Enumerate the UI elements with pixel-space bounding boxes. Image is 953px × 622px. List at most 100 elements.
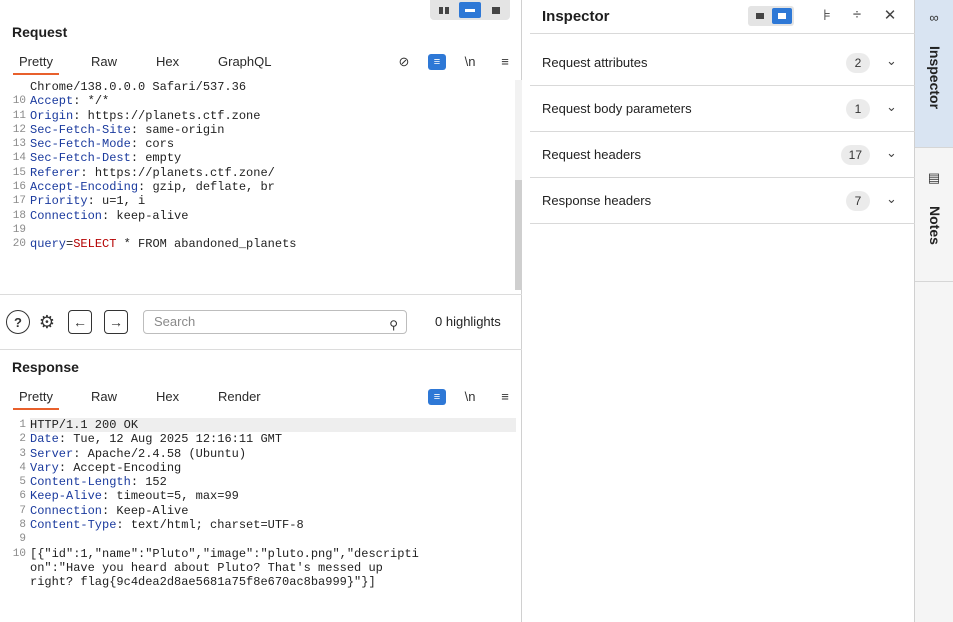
newline-toggle-icon[interactable]: \n bbox=[461, 389, 479, 405]
layout-tabs-button[interactable] bbox=[485, 2, 507, 18]
inspector-section[interactable]: Response headers 7 ⌄ bbox=[530, 178, 915, 224]
header-value: right? flag{9c4dea2d8ae5681a75f8e670ac8b… bbox=[30, 575, 376, 590]
code-line: 14 Sec-Fetch-Dest: empty bbox=[0, 151, 516, 165]
line-number: 4 bbox=[19, 461, 26, 474]
header-value: cors bbox=[145, 137, 175, 152]
separator: : bbox=[130, 137, 146, 152]
code-line: Chrome/138.0.0.0 Safari/537.36 bbox=[0, 80, 516, 94]
header-name: Referer bbox=[30, 165, 81, 180]
newline-toggle-icon[interactable]: \n bbox=[461, 54, 479, 70]
layout-stacked-button[interactable] bbox=[459, 2, 481, 18]
previous-arrow-icon[interactable]: ← bbox=[68, 310, 92, 334]
code-line: on":"Have you heard about Pluto? That's … bbox=[0, 561, 516, 575]
code-line: 8 Content-Type: text/html; charset=UTF-8 bbox=[0, 518, 516, 532]
line-content: Chrome/138.0.0.0 Safari/537.36 bbox=[30, 80, 516, 94]
line-number: 2 bbox=[19, 433, 26, 446]
menu-icon[interactable]: ≡ bbox=[496, 54, 514, 70]
close-icon[interactable]: ✕ bbox=[881, 6, 899, 24]
rail-tab-notes[interactable]: ▤ Notes bbox=[915, 148, 953, 282]
query-rest: * FROM abandoned_planets bbox=[116, 237, 297, 252]
request-tab-hex[interactable]: Hex bbox=[156, 50, 179, 74]
inspector-section-count: 1 bbox=[846, 99, 870, 119]
separator: : bbox=[58, 432, 74, 447]
code-line: 5 Content-Length: 152 bbox=[0, 475, 516, 489]
code-line: right? flag{9c4dea2d8ae5681a75f8e670ac8b… bbox=[0, 575, 516, 589]
chevron-down-icon[interactable]: ⌄ bbox=[886, 191, 897, 207]
line-content bbox=[30, 223, 516, 237]
code-line: 19 bbox=[0, 223, 516, 237]
header-name: Date bbox=[30, 432, 59, 447]
inspector-section[interactable]: Request attributes 2 ⌄ bbox=[530, 40, 915, 86]
code-line: 7 Connection: Keep-Alive bbox=[0, 504, 516, 518]
header-name: Sec-Fetch-Dest bbox=[30, 151, 131, 166]
separator: : bbox=[73, 108, 88, 123]
line-content: Accept-Encoding: gzip, deflate, br bbox=[30, 180, 516, 194]
code-line: 2 Date: Tue, 12 Aug 2025 12:16:11 GMT bbox=[0, 432, 516, 446]
separator: : bbox=[73, 446, 88, 461]
line-content: [{"id":1,"name":"Pluto","image":"pluto.p… bbox=[30, 547, 516, 561]
line-number: 12 bbox=[12, 123, 26, 136]
line-number: 15 bbox=[12, 166, 26, 179]
separator: : bbox=[58, 460, 74, 475]
line-content: Connection: keep-alive bbox=[30, 209, 516, 223]
inspector-layout-right-button[interactable] bbox=[772, 8, 792, 24]
help-icon[interactable]: ? bbox=[6, 310, 30, 334]
inspector-layout-left-button[interactable] bbox=[750, 8, 770, 24]
code-line: 4 Vary: Accept-Encoding bbox=[0, 461, 516, 475]
inspector-section-count: 17 bbox=[840, 145, 870, 165]
response-tab-hex[interactable]: Hex bbox=[156, 385, 179, 409]
line-number: 14 bbox=[12, 152, 26, 165]
response-tab-render[interactable]: Render bbox=[218, 385, 261, 409]
wrap-lines-icon[interactable]: ≡ bbox=[428, 54, 446, 70]
message-editor: Request Pretty Raw Hex GraphQL ⊘ ≡ \n ≡ … bbox=[0, 0, 522, 622]
line-content: Origin: https://planets.ctf.zone bbox=[30, 109, 516, 123]
response-tab-pretty[interactable]: Pretty bbox=[13, 385, 59, 410]
header-name: Connection bbox=[30, 503, 103, 518]
inspector-section[interactable]: Request headers 17 ⌄ bbox=[530, 132, 915, 178]
request-tab-graphql[interactable]: GraphQL bbox=[218, 50, 271, 74]
code-line: 11 Origin: https://planets.ctf.zone bbox=[0, 109, 516, 123]
line-content: Keep-Alive: timeout=5, max=99 bbox=[30, 489, 516, 503]
response-title: Response bbox=[12, 359, 79, 375]
layout-side-by-side-button[interactable] bbox=[433, 2, 455, 18]
header-value: u=1, i bbox=[102, 194, 146, 209]
search-bar: ? ⚙ ← → Search ⚲ 0 highlights bbox=[0, 294, 522, 350]
menu-icon[interactable]: ≡ bbox=[496, 389, 514, 405]
response-tabs: Pretty Raw Hex Render ≡ \n ≡ bbox=[0, 385, 522, 410]
response-tab-raw[interactable]: Raw bbox=[91, 385, 117, 409]
line-content: Accept: */* bbox=[30, 94, 516, 108]
header-value: text/html; charset=UTF-8 bbox=[130, 518, 304, 533]
response-editor[interactable]: 1 HTTP/1.1 200 OK 2 Date: Tue, 12 Aug 2025 … bbox=[0, 418, 516, 622]
search-placeholder: Search bbox=[154, 314, 196, 329]
chevron-down-icon[interactable]: ⌄ bbox=[886, 53, 897, 69]
header-name: Sec-Fetch-Site bbox=[30, 122, 131, 137]
request-tab-pretty[interactable]: Pretty bbox=[13, 50, 59, 75]
wrap-lines-icon[interactable]: ≡ bbox=[428, 389, 446, 405]
next-arrow-icon[interactable]: → bbox=[104, 310, 128, 334]
side-rail: ∞ Inspector ▤ Notes bbox=[915, 0, 953, 622]
line-content: on":"Have you heard about Pluto? That's … bbox=[30, 561, 516, 575]
code-line: 18 Connection: keep-alive bbox=[0, 209, 516, 223]
header-value: Keep-Alive bbox=[116, 503, 189, 518]
line-number: 10 bbox=[12, 95, 26, 108]
expand-all-icon[interactable]: ⊧ bbox=[818, 6, 836, 24]
header-name: Content-Length bbox=[30, 475, 131, 490]
header-name: Keep-Alive bbox=[30, 489, 103, 504]
code-line: 13 Sec-Fetch-Mode: cors bbox=[0, 137, 516, 151]
request-tab-raw[interactable]: Raw bbox=[91, 50, 117, 74]
rail-tab-inspector[interactable]: ∞ Inspector bbox=[915, 0, 953, 148]
inspector-section[interactable]: Request body parameters 1 ⌄ bbox=[530, 86, 915, 132]
chevron-down-icon[interactable]: ⌄ bbox=[886, 99, 897, 115]
chevron-down-icon[interactable]: ⌄ bbox=[886, 145, 897, 161]
hide-icon[interactable]: ⊘ bbox=[395, 54, 413, 70]
line-number: 18 bbox=[12, 209, 26, 222]
header-value: same-origin bbox=[145, 122, 225, 137]
code-line: 9 bbox=[0, 532, 516, 546]
settings-gear-icon[interactable]: ⚙ bbox=[35, 310, 59, 334]
code-line: 12 Sec-Fetch-Site: same-origin bbox=[0, 123, 516, 137]
line-number: 9 bbox=[19, 533, 26, 546]
request-scrollbar-thumb[interactable] bbox=[515, 180, 522, 290]
search-input[interactable]: Search ⚲ bbox=[143, 310, 407, 334]
request-editor[interactable]: Chrome/138.0.0.0 Safari/537.36 10 Accept: … bbox=[0, 80, 516, 290]
collapse-all-icon[interactable]: ÷ bbox=[848, 6, 866, 23]
